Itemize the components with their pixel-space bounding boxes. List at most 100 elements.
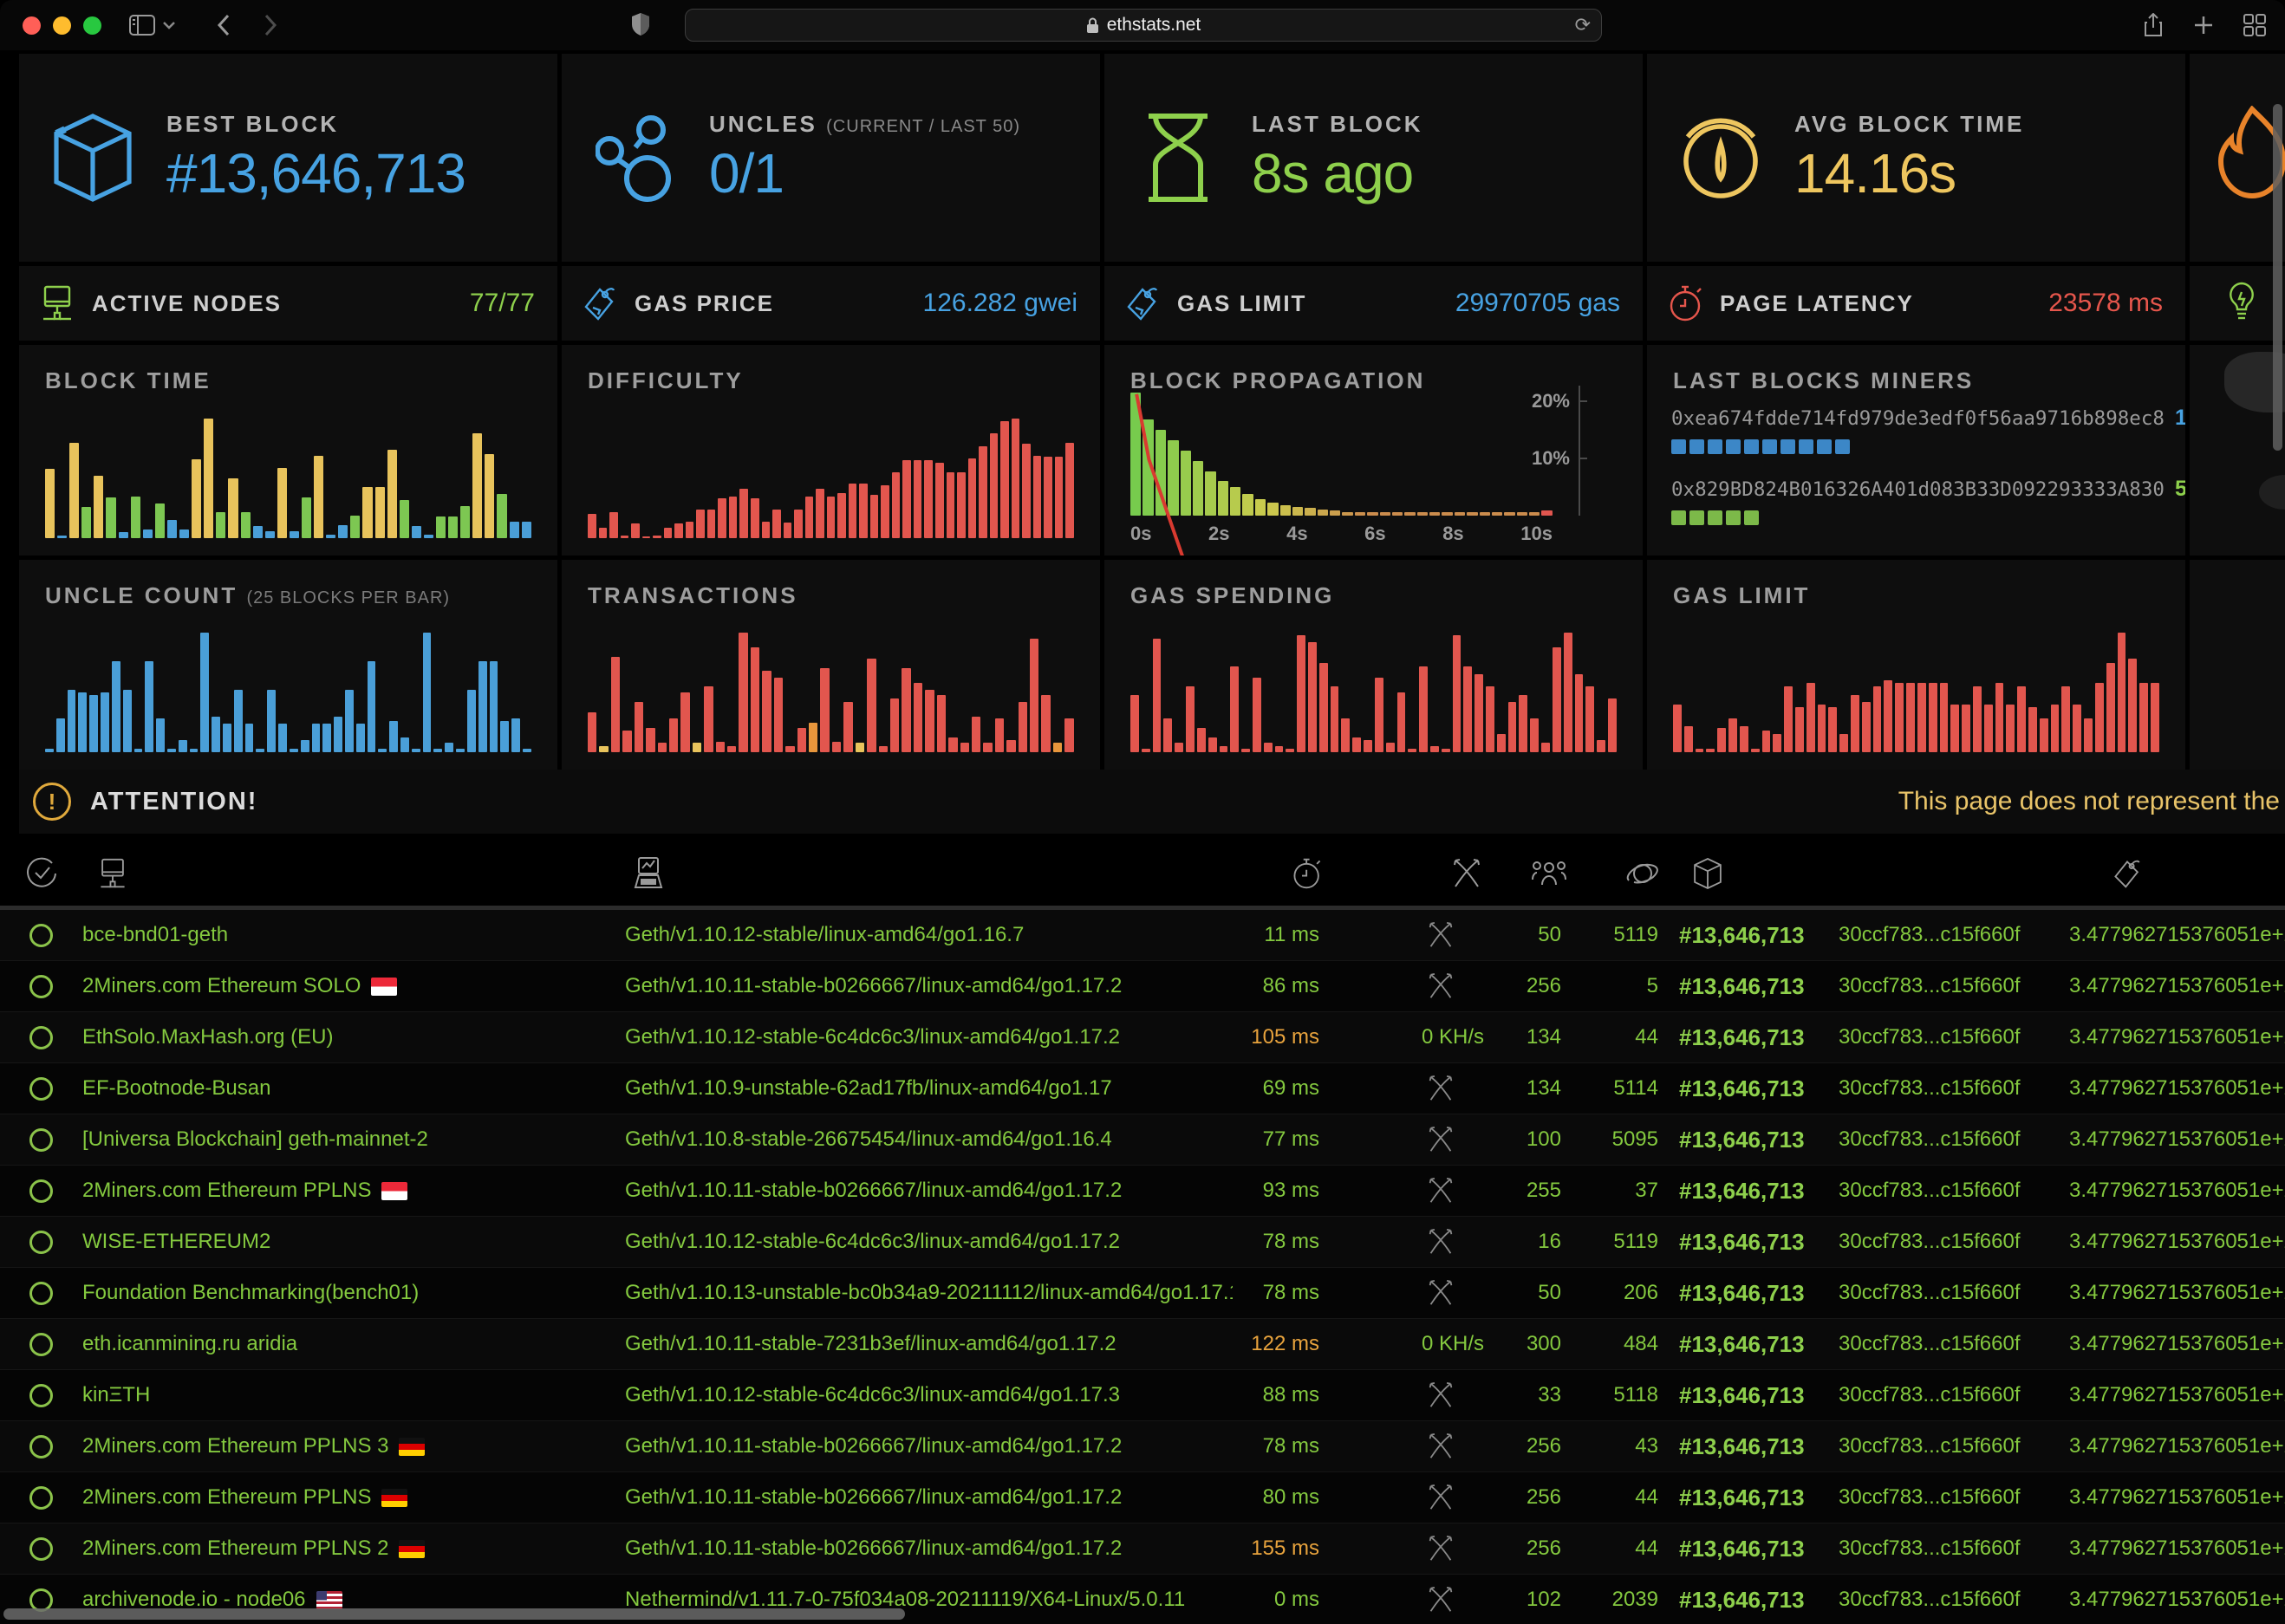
- miner-address[interactable]: 0xea674fdde714fd979de3edf0f56aa9716b898e…: [1671, 407, 2165, 430]
- miner-address[interactable]: 0x829BD824B016326A401d083B33D092293333A8…: [1671, 478, 2165, 501]
- node-block-hash: 30ccf783...c15f660f: [1826, 1230, 2026, 1254]
- country-flag-sg: [381, 1182, 407, 1200]
- miner-block-square: [1726, 439, 1741, 454]
- node-pending: 5: [1575, 974, 1679, 998]
- y-tick-label: 20%: [1532, 390, 1570, 412]
- node-client: Geth/v1.10.11-stable-b0266667/linux-amd6…: [613, 1434, 1233, 1458]
- miner-block-square: [1799, 439, 1813, 454]
- browser-toolbar: ethstats.net ⟳: [0, 0, 2285, 50]
- node-pending: 5095: [1575, 1127, 1679, 1152]
- miner-block-square: [1835, 439, 1850, 454]
- node-latency: 77 ms: [1233, 1127, 1337, 1152]
- uncle-count-bars: [45, 633, 531, 752]
- node-block: #13,646,713: [1679, 1587, 1826, 1614]
- node-status-icon: [0, 1179, 82, 1203]
- node-mining: [1337, 1585, 1493, 1614]
- node-peers: 256: [1493, 1536, 1575, 1561]
- node-block: #13,646,713: [1679, 1178, 1826, 1205]
- node-name: 2Miners.com Ethereum PPLNS: [82, 1485, 613, 1510]
- attention-label: ATTENTION!: [90, 788, 257, 816]
- mining-icon: [1428, 1380, 1454, 1410]
- node-total-difficulty: 3.477962715376051e+2: [2026, 1536, 2285, 1561]
- stat-label: AVG BLOCK TIME: [1794, 111, 2024, 138]
- node-block-hash: 30ccf783...c15f660f: [1826, 1536, 2026, 1561]
- lock-icon: [1086, 17, 1099, 34]
- x-tick-label: 0s: [1130, 523, 1151, 545]
- address-bar[interactable]: ethstats.net ⟳: [685, 9, 1602, 42]
- avg-block-time-panel: AVG BLOCK TIME 14.16s: [1647, 54, 2185, 262]
- x-tick-label: 4s: [1286, 523, 1307, 545]
- vertical-scrollbar[interactable]: [2273, 104, 2282, 451]
- last-block-panel: LAST BLOCK 8s ago: [1104, 54, 1643, 262]
- node-mining: [1337, 1278, 1493, 1308]
- chart-title: BLOCK TIME: [45, 367, 212, 394]
- mining-icon: [1428, 971, 1454, 1001]
- cube-icon: [19, 113, 166, 203]
- node-block-hash: 30ccf783...c15f660f: [1826, 1332, 2026, 1356]
- node-total-difficulty: 3.477962715376051e+2: [2026, 1025, 2285, 1049]
- gas-limit-panel: GAS LIMIT 29970705 gas: [1104, 266, 1643, 341]
- node-total-difficulty: 3.477962715376051e+2: [2026, 1434, 2285, 1458]
- new-tab-icon[interactable]: [2193, 15, 2214, 36]
- mining-icon: [1428, 1125, 1454, 1154]
- node-name: EF-Bootnode-Busan: [82, 1076, 613, 1101]
- country-flag-de: [399, 1438, 425, 1456]
- share-icon[interactable]: [2143, 13, 2164, 37]
- node-latency: 122 ms: [1233, 1332, 1337, 1356]
- zoom-window-button[interactable]: [83, 16, 101, 35]
- privacy-shield-icon[interactable]: [631, 12, 650, 36]
- node-client: Geth/v1.10.13-unstable-bc0b34a9-20211112…: [613, 1281, 1233, 1305]
- uncles-value: 0/1: [709, 141, 1020, 205]
- sidebar-toggle-icon[interactable]: [129, 15, 155, 36]
- node-mining: [1337, 1483, 1493, 1512]
- node-client: Geth/v1.10.11-stable-7231b3ef/linux-amd6…: [613, 1332, 1233, 1356]
- uptime-panel-partial: [2190, 266, 2285, 341]
- node-peers: 102: [1493, 1588, 1575, 1612]
- attention-marquee-text: This page does not represent the: [1898, 787, 2280, 816]
- block-time-bars: [45, 419, 531, 538]
- back-button[interactable]: [216, 13, 231, 37]
- stat-label: LAST BLOCK: [1252, 111, 1423, 138]
- node-block-hash: 30ccf783...c15f660f: [1826, 974, 2026, 998]
- hourglass-icon: [1104, 111, 1252, 205]
- exclamation-icon: !: [33, 783, 71, 821]
- node-total-difficulty: 3.477962715376051e+2: [2026, 1127, 2285, 1152]
- miner-block-count: 5: [2175, 477, 2185, 502]
- uncle-count-chart-panel: UNCLE COUNT (25 BLOCKS PER BAR): [19, 560, 557, 770]
- latency-column-icon: [1233, 856, 1337, 891]
- node-pending: 5118: [1575, 1383, 1679, 1407]
- stat-label: GAS LIMIT: [1177, 290, 1306, 317]
- node-latency: 93 ms: [1233, 1179, 1337, 1203]
- miner-block-square: [1689, 510, 1704, 525]
- node-pending: 2039: [1575, 1588, 1679, 1612]
- mining-column-icon: [1337, 857, 1493, 890]
- active-nodes-panel: ACTIVE NODES 77/77: [19, 266, 557, 341]
- reload-icon[interactable]: ⟳: [1575, 14, 1591, 36]
- forward-button[interactable]: [263, 13, 278, 37]
- node-peers: 256: [1493, 974, 1575, 998]
- node-pending: 484: [1575, 1332, 1679, 1356]
- attention-bar: ! ATTENTION! This page does not represen…: [19, 770, 2285, 834]
- node-latency: 80 ms: [1233, 1485, 1337, 1510]
- minimize-window-button[interactable]: [53, 16, 71, 35]
- node-name: Foundation Benchmarking(bench01): [82, 1281, 613, 1305]
- close-window-button[interactable]: [23, 16, 41, 35]
- miner-entry: 0x829BD824B016326A401d083B33D092293333A8…: [1671, 477, 2168, 525]
- chevron-down-icon[interactable]: [162, 21, 176, 29]
- tab-overview-icon[interactable]: [2243, 14, 2266, 36]
- node-pending: 206: [1575, 1281, 1679, 1305]
- miner-block-square: [1708, 510, 1722, 525]
- node-name: [Universa Blockchain] geth-mainnet-2: [82, 1127, 613, 1152]
- node-peers: 134: [1493, 1025, 1575, 1049]
- gas-price-value: 126.282 gwei: [923, 289, 1077, 318]
- node-client: Geth/v1.10.12-stable-6c4dc6c3/linux-amd6…: [613, 1383, 1233, 1407]
- node-client: Geth/v1.10.11-stable-b0266667/linux-amd6…: [613, 1485, 1233, 1510]
- node-pending: 37: [1575, 1179, 1679, 1203]
- peers-column-icon: [1493, 861, 1575, 887]
- node-status-icon: [0, 1537, 82, 1561]
- node-client: Geth/v1.10.8-stable-26675454/linux-amd64…: [613, 1127, 1233, 1152]
- nodes-table-header: [0, 841, 2285, 910]
- horizontal-scrollbar[interactable]: [3, 1608, 905, 1620]
- node-status-icon: [0, 1435, 82, 1458]
- node-table-row: 2Miners.com Ethereum PPLNS Geth/v1.10.11…: [0, 1472, 2285, 1523]
